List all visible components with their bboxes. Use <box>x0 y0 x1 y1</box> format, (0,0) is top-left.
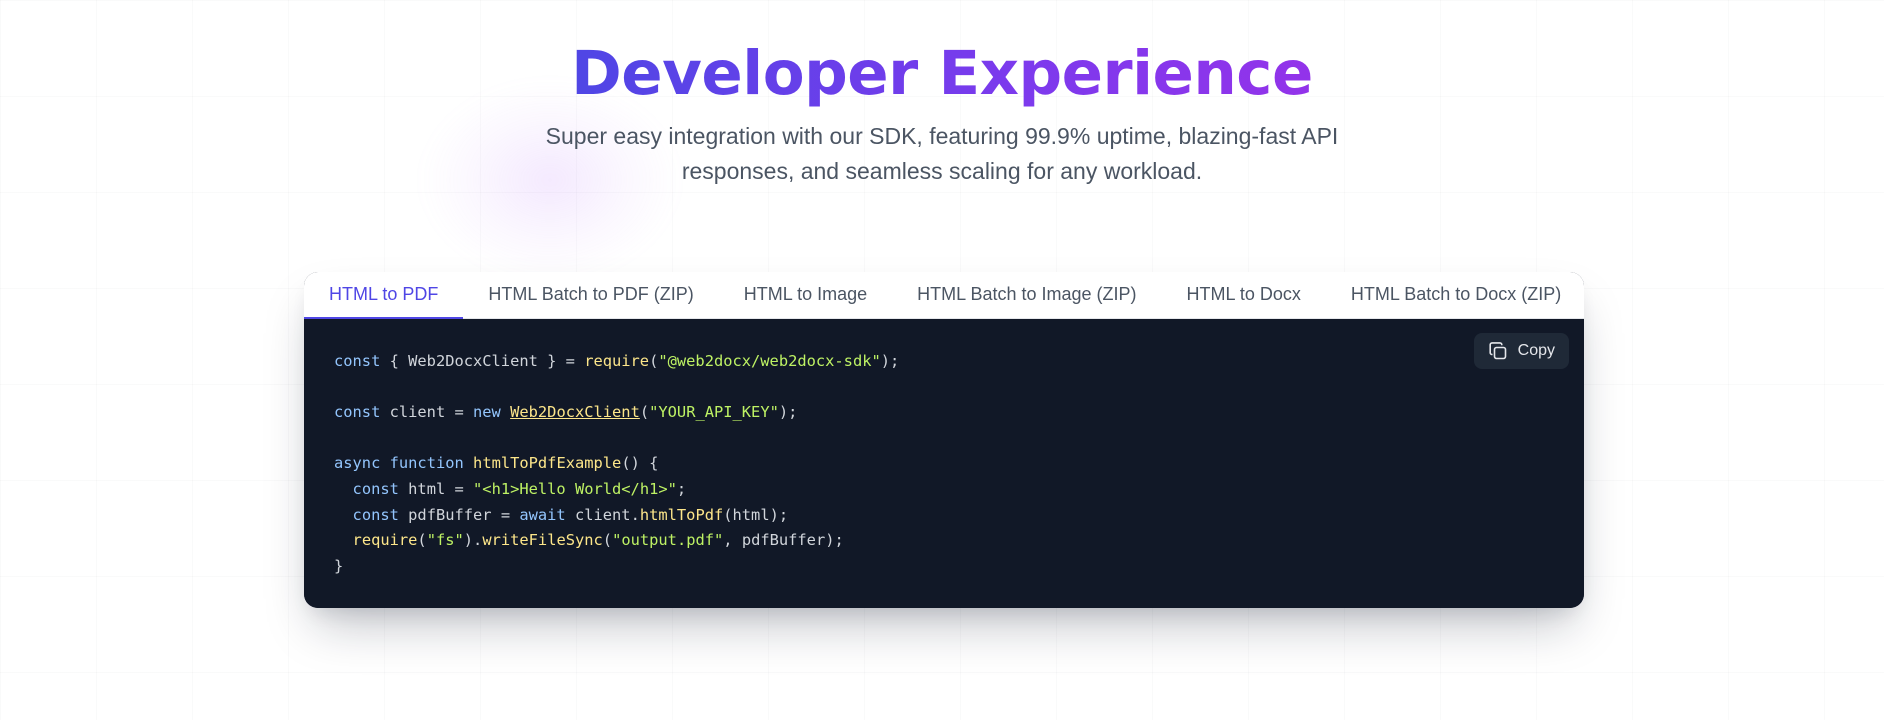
code-token: "<h1>Hello World</h1>" <box>473 479 677 498</box>
code-example-card: HTML to PDF HTML Batch to PDF (ZIP) HTML… <box>304 272 1584 608</box>
code-line: const pdfBuffer = await client.htmlToPdf… <box>334 503 899 529</box>
code-token: htmlToPdfExample <box>473 454 622 473</box>
code-token: writeFileSync <box>482 531 603 550</box>
code-token: ( <box>417 531 427 550</box>
code-token: ( <box>649 352 659 370</box>
tab-html-to-docx[interactable]: HTML to Docx <box>1162 272 1326 319</box>
code-line: require("fs").writeFileSync("output.pdf"… <box>334 528 899 554</box>
code-token: async <box>334 454 381 473</box>
tab-html-batch-to-image-zip[interactable]: HTML Batch to Image (ZIP) <box>892 272 1161 319</box>
code-token: require <box>584 352 650 370</box>
copy-button[interactable]: Copy <box>1473 333 1569 369</box>
code-line: async function htmlToPdfExample() { <box>334 451 899 477</box>
code-token: } <box>334 556 344 575</box>
code-token: , pdfBuffer); <box>723 531 844 550</box>
code-token: ); <box>778 403 798 422</box>
code-token: ); <box>880 352 900 370</box>
tab-html-to-image[interactable]: HTML to Image <box>719 272 892 319</box>
code-token: "@web2docx/web2docx-sdk" <box>658 352 881 370</box>
code-line: } <box>334 554 899 580</box>
code-token: new <box>473 403 501 422</box>
tab-html-batch-to-docx-zip[interactable]: HTML Batch to Docx (ZIP) <box>1326 272 1584 319</box>
tab-html-to-pdf[interactable]: HTML to PDF <box>304 272 464 319</box>
code-token: client. <box>565 505 640 524</box>
code-token: (html); <box>723 505 789 524</box>
code-token: const <box>352 505 399 524</box>
code-token: "YOUR_API_KEY" <box>649 403 779 422</box>
code-tabs: HTML to PDF HTML Batch to PDF (ZIP) HTML… <box>304 272 1584 319</box>
code-token: ). <box>463 531 483 550</box>
code-token: { Web2DocxClient } = <box>380 352 585 370</box>
code-block: Copy const { Web2DocxClient } = require(… <box>304 319 1584 608</box>
code-line: const client = new Web2DocxClient("YOUR_… <box>334 400 899 426</box>
code-token: const <box>334 403 381 422</box>
code-token: "fs" <box>426 531 464 550</box>
copy-icon <box>1488 341 1508 361</box>
code-token: () { <box>621 454 659 473</box>
code-token: function <box>389 454 464 473</box>
code-token: ( <box>602 531 613 550</box>
code-snippet[interactable]: const { Web2DocxClient } = require("@web… <box>334 349 899 579</box>
section-title: Developer Experience <box>0 36 1884 112</box>
code-token: html = <box>398 479 474 498</box>
code-token[interactable]: Web2DocxClient <box>510 403 640 421</box>
code-token: htmlToPdf <box>639 505 724 524</box>
code-token: await <box>519 505 566 524</box>
code-line: const { Web2DocxClient } = require("@web… <box>334 349 899 375</box>
code-token: require <box>352 531 418 550</box>
code-token: ( <box>639 403 650 422</box>
code-token: const <box>334 352 381 370</box>
code-token: "output.pdf" <box>612 531 724 550</box>
copy-button-label: Copy <box>1517 342 1555 359</box>
code-token: const <box>352 479 399 498</box>
section-title-text: Developer Experience <box>571 38 1313 109</box>
code-token: pdfBuffer = <box>398 505 520 524</box>
code-line: const html = "<h1>Hello World</h1>"; <box>334 477 899 503</box>
code-lines: const { Web2DocxClient } = require("@web… <box>334 349 899 579</box>
code-token: client = <box>380 403 474 422</box>
section-subtitle: Super easy integration with our SDK, fea… <box>545 123 1339 184</box>
code-token: ; <box>676 479 687 498</box>
tab-html-batch-to-pdf-zip[interactable]: HTML Batch to PDF (ZIP) <box>463 272 718 319</box>
